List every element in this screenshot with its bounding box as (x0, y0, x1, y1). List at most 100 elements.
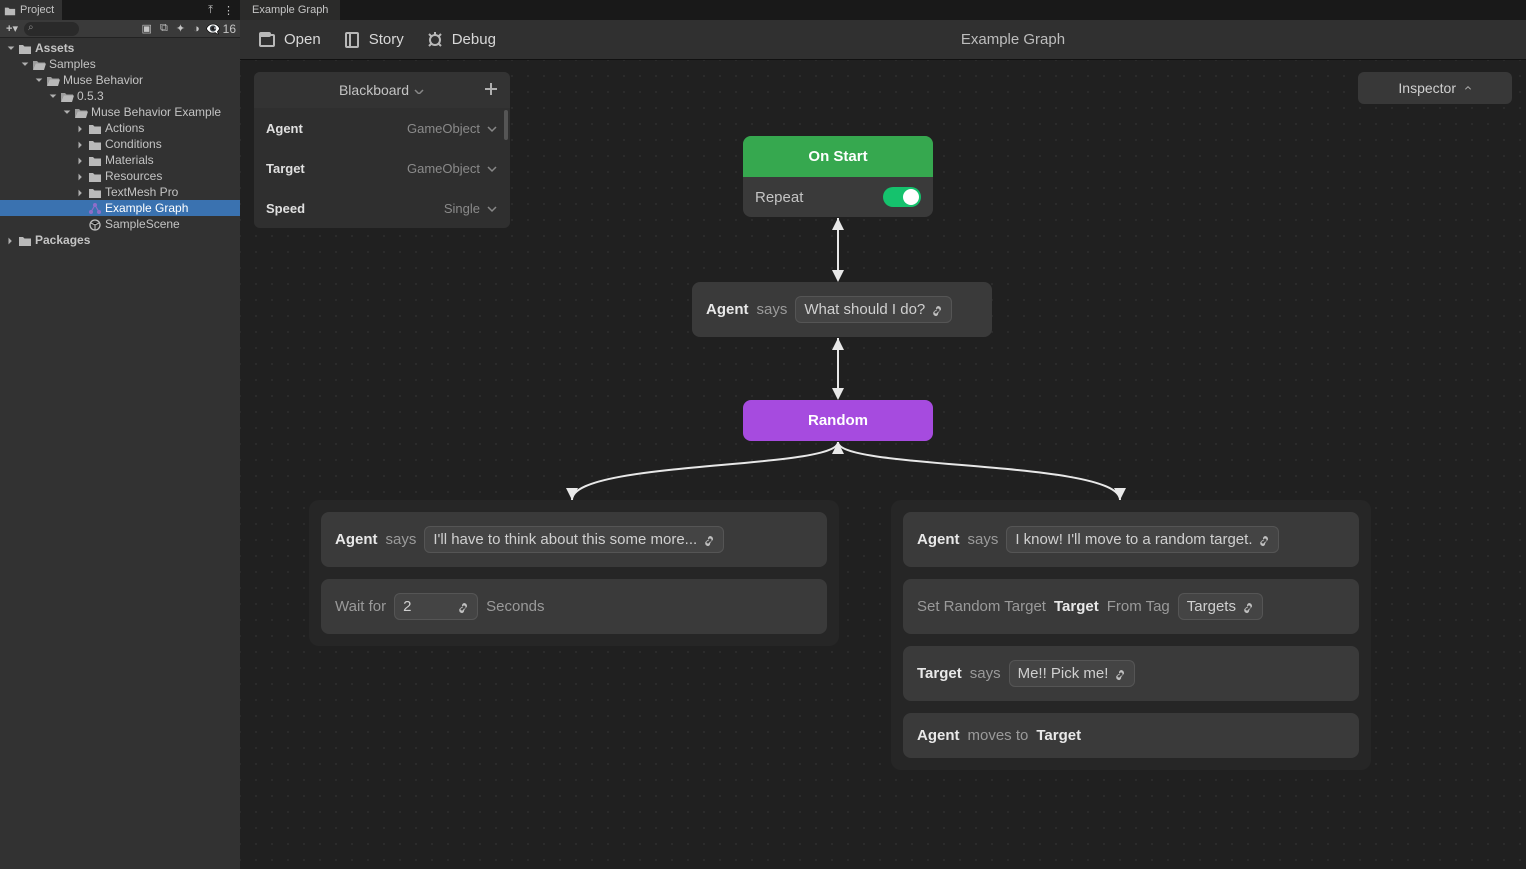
blackboard-scrollbar[interactable] (504, 110, 508, 140)
tree-item[interactable]: Actions (0, 120, 240, 136)
graph-tab[interactable]: Example Graph (240, 0, 340, 20)
lock-icon[interactable]: ⤒ (206, 4, 215, 17)
project-toolbar: +▾ ⌕ ▣ ⧉ ✦ ◑ 👁‍🗨16 (0, 20, 240, 38)
chevron-down-icon[interactable] (486, 122, 498, 134)
tree-item[interactable]: TextMesh Pro (0, 184, 240, 200)
variable-type: GameObject (407, 161, 480, 176)
tree-item[interactable]: Example Graph (0, 200, 240, 216)
link-icon (457, 600, 471, 614)
tree-item[interactable]: Materials (0, 152, 240, 168)
disclosure-closed-icon[interactable] (6, 235, 16, 245)
disclosure-open-icon[interactable] (6, 43, 16, 53)
wait-value-field[interactable] (394, 593, 478, 620)
layers-icon[interactable]: ◑ (191, 23, 202, 35)
link-icon (1114, 667, 1128, 681)
blackboard-variable-row[interactable]: AgentGameObject (254, 108, 510, 148)
folder-icon (88, 138, 102, 150)
open-label: Open (284, 31, 321, 48)
inspector-button[interactable]: Inspector (1358, 72, 1512, 104)
disclosure-spacer (76, 219, 86, 229)
tree-item-label: Samples (49, 57, 96, 71)
tree-item-label: Assets (35, 41, 74, 55)
disclosure-open-icon[interactable] (62, 107, 72, 117)
debug-icon (426, 31, 444, 49)
tree-item[interactable]: Muse Behavior Example (0, 104, 240, 120)
disclosure-closed-icon[interactable] (76, 139, 86, 149)
blackboard-variable-row[interactable]: SpeedSingle (254, 188, 510, 228)
tree-item-label: SampleScene (105, 217, 180, 231)
set-random-target-row[interactable]: Set Random Target Target From Tag Target… (903, 579, 1359, 634)
debug-label: Debug (452, 31, 496, 48)
folder-icon (88, 170, 102, 182)
tree-item[interactable]: Assets (0, 40, 240, 56)
tree-item[interactable]: Conditions (0, 136, 240, 152)
debug-button[interactable]: Debug (426, 31, 496, 49)
tree-item[interactable]: Samples (0, 56, 240, 72)
folder-icon (18, 42, 32, 54)
folder-icon (88, 186, 102, 198)
disclosure-open-icon[interactable] (20, 59, 30, 69)
agent-says-row[interactable]: Agent says I know! I'll move to a random… (903, 512, 1359, 567)
graph-canvas[interactable]: Inspector Blackboard AgentGameObjectTarg… (240, 60, 1526, 869)
favorite-icon[interactable]: ✦ (174, 22, 187, 35)
agent-subject: Agent (706, 301, 749, 318)
disclosure-closed-icon[interactable] (76, 123, 86, 133)
tree-item[interactable]: Muse Behavior (0, 72, 240, 88)
create-button[interactable]: +▾ (4, 22, 20, 35)
disclosure-open-icon[interactable] (48, 91, 58, 101)
disclosure-closed-icon[interactable] (76, 187, 86, 197)
wait-value-input[interactable] (403, 598, 451, 615)
tree-item[interactable]: SampleScene (0, 216, 240, 232)
says-value-field[interactable]: What should I do? (795, 296, 952, 323)
link-icon (1258, 533, 1272, 547)
wait-row[interactable]: Wait for Seconds (321, 579, 827, 634)
disclosure-closed-icon[interactable] (76, 155, 86, 165)
agent-moves-row[interactable]: Agent moves to Target (903, 713, 1359, 758)
disclosure-closed-icon[interactable] (76, 171, 86, 181)
chevron-down-icon[interactable] (486, 202, 498, 214)
variable-type: Single (444, 201, 480, 216)
tag-value-field[interactable]: Targets (1178, 593, 1263, 620)
tree-item-label: Resources (105, 169, 162, 183)
chevron-down-icon (413, 86, 425, 94)
filter2-icon[interactable]: ⧉ (158, 22, 170, 35)
project-search-input[interactable]: ⌕ (24, 22, 79, 36)
agent-says-row[interactable]: Agent says I'll have to think about this… (321, 512, 827, 567)
disclosure-open-icon[interactable] (34, 75, 44, 85)
repeat-toggle[interactable] (883, 187, 921, 207)
open-button[interactable]: Open (258, 31, 321, 49)
says-value-field[interactable]: I know! I'll move to a random target. (1006, 526, 1279, 553)
tree-item[interactable]: Resources (0, 168, 240, 184)
sequence-left[interactable]: Agent says I'll have to think about this… (309, 500, 839, 646)
filter-icon[interactable]: ▣ (140, 22, 154, 35)
tree-item-label: 0.5.3 (77, 89, 104, 103)
folder-icon (88, 122, 102, 134)
folder-icon (18, 234, 32, 246)
on-start-title: On Start (743, 136, 933, 177)
tree-item[interactable]: Packages (0, 232, 240, 248)
random-node[interactable]: Random (743, 400, 933, 441)
blackboard-header[interactable]: Blackboard (254, 72, 510, 108)
variable-name: Agent (266, 121, 407, 136)
folder-open-icon (60, 90, 74, 102)
tab-menu-icon[interactable]: ⋮ (221, 4, 236, 17)
blackboard-add-button[interactable] (482, 80, 500, 98)
random-title: Random (808, 412, 868, 429)
says-value-field[interactable]: I'll have to think about this some more.… (424, 526, 724, 553)
target-says-row[interactable]: Target says Me!! Pick me! (903, 646, 1359, 701)
folder-icon (88, 154, 102, 166)
folder-open-icon (74, 106, 88, 118)
blackboard-panel: Blackboard AgentGameObjectTargetGameObje… (254, 72, 510, 228)
hidden-count[interactable]: 👁‍🗨16 (206, 22, 236, 36)
tree-item[interactable]: 0.5.3 (0, 88, 240, 104)
project-tab[interactable]: Project (0, 0, 62, 20)
says-value-field[interactable]: Me!! Pick me! (1009, 660, 1136, 687)
tree-item-label: Muse Behavior Example (91, 105, 221, 119)
on-start-node[interactable]: On Start Repeat (743, 136, 933, 217)
story-button[interactable]: Story (343, 31, 404, 49)
project-tree[interactable]: Assets SamplesMuse Behavior0.5.3 Muse Beha… (0, 38, 240, 869)
blackboard-variable-row[interactable]: TargetGameObject (254, 148, 510, 188)
sequence-right[interactable]: Agent says I know! I'll move to a random… (891, 500, 1371, 770)
agent-says-node[interactable]: Agent says What should I do? (692, 282, 992, 337)
chevron-down-icon[interactable] (486, 162, 498, 174)
